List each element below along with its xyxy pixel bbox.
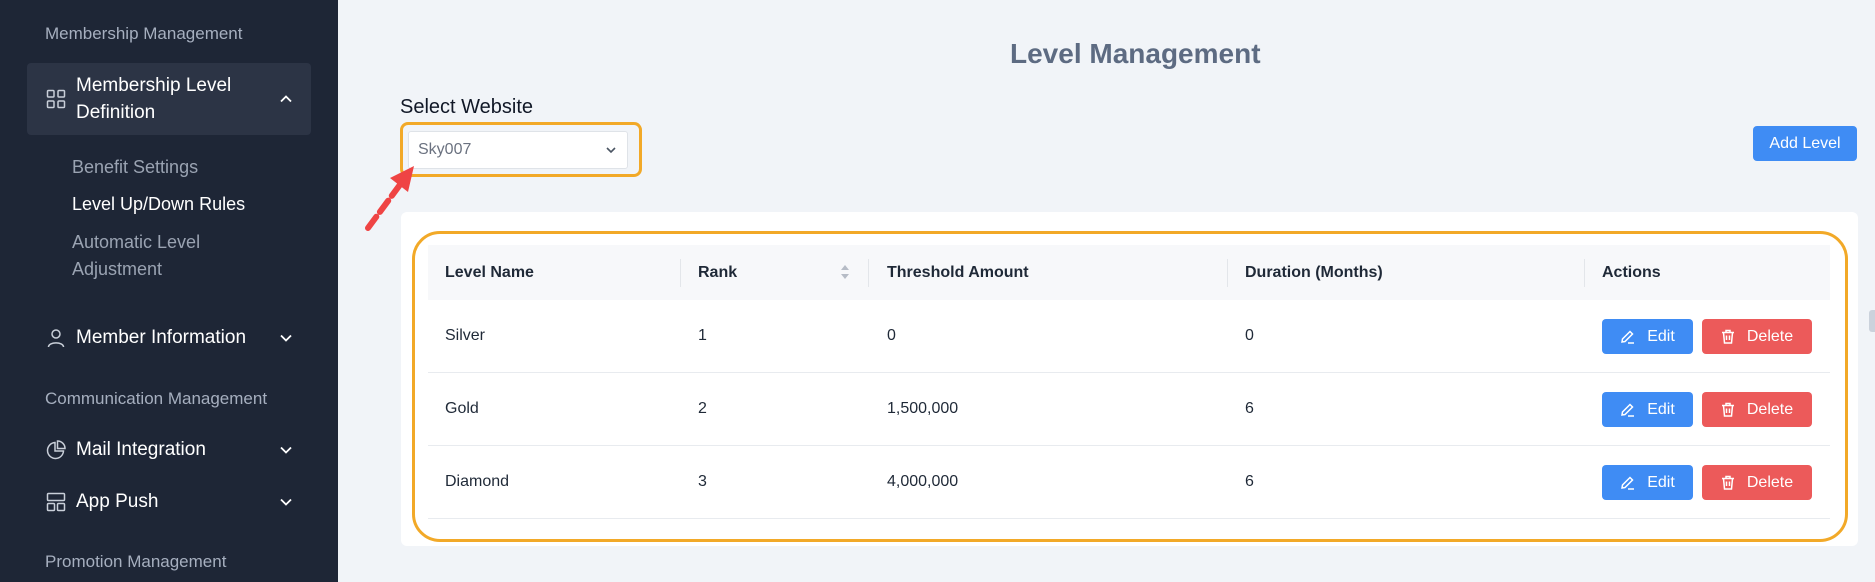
section-label-communication: Communication Management	[45, 389, 268, 408]
column-divider	[1227, 259, 1228, 287]
edit-button-label: Edit	[1647, 473, 1675, 491]
header-rank[interactable]: Rank	[698, 264, 737, 282]
cell-rank: 3	[698, 473, 707, 490]
delete-button-label: Delete	[1746, 473, 1794, 491]
sidebar-item-label: App Push	[76, 491, 159, 512]
cell-level-name: Silver	[445, 327, 486, 344]
cell-duration: 6	[1245, 400, 1254, 417]
delete-button-label: Delete	[1746, 327, 1794, 345]
header-threshold-amount: Threshold Amount	[887, 263, 1029, 281]
chevron-down-icon	[605, 144, 617, 156]
trash-icon	[1721, 402, 1735, 417]
pencil-icon	[1620, 475, 1635, 490]
chevron-down-icon[interactable]	[277, 493, 295, 511]
header-level-name: Level Name	[445, 263, 534, 281]
levels-table: Level Name Rank Threshold Amount Duratio…	[428, 245, 1830, 519]
edit-button[interactable]: Edit	[1602, 392, 1693, 427]
pencil-icon	[1620, 329, 1635, 344]
column-divider	[680, 259, 681, 287]
sidebar-item-label: Member Information	[76, 327, 247, 348]
chevron-down-icon[interactable]	[277, 441, 295, 459]
section-label-membership: Membership Management	[45, 24, 243, 43]
grid-icon	[45, 88, 67, 110]
select-website-label: Select Website	[400, 96, 534, 118]
column-divider	[868, 259, 869, 287]
delete-button-label: Delete	[1746, 400, 1794, 418]
sidebar-item-label: Mail Integration	[76, 439, 206, 460]
sidebar-item-app-push[interactable]: App Push	[45, 488, 295, 515]
sidebar: Membership Management Membership Level D…	[0, 0, 338, 582]
cell-threshold-amount: 1,500,000	[887, 400, 959, 417]
table-row: Diamond 3 4,000,000 6 Edit Delete	[428, 446, 1830, 519]
scrollbar-handle[interactable]	[1869, 310, 1875, 332]
sidebar-item-membership-level-definition[interactable]: Membership Level Definition	[45, 72, 295, 126]
sidebar-item-mail-integration[interactable]: Mail Integration	[45, 436, 295, 463]
layout-icon	[45, 491, 67, 513]
sidebar-subitem-auto-adjust[interactable]: Automatic Level Adjustment	[72, 229, 242, 283]
table-header: Level Name Rank Threshold Amount Duratio…	[428, 245, 1830, 300]
cell-duration: 6	[1245, 473, 1254, 490]
page-title: Level Management	[1010, 38, 1261, 69]
edit-button[interactable]: Edit	[1602, 465, 1693, 500]
user-icon	[45, 327, 67, 349]
trash-icon	[1721, 329, 1735, 344]
cell-level-name: Diamond	[445, 473, 510, 490]
chevron-down-icon[interactable]	[277, 329, 295, 347]
sort-icon[interactable]	[840, 264, 850, 280]
column-divider	[1584, 259, 1585, 287]
cell-rank: 2	[698, 400, 707, 417]
pie-chart-icon	[45, 439, 67, 461]
delete-button[interactable]: Delete	[1702, 465, 1812, 500]
trash-icon	[1721, 475, 1735, 490]
edit-button-label: Edit	[1647, 400, 1675, 418]
cell-level-name: Gold	[445, 400, 479, 417]
chevron-up-icon[interactable]	[277, 90, 295, 108]
edit-button[interactable]: Edit	[1602, 319, 1693, 354]
sidebar-subitem-benefit-settings[interactable]: Benefit Settings	[72, 154, 302, 181]
add-level-button[interactable]: Add Level	[1753, 126, 1857, 161]
delete-button[interactable]: Delete	[1702, 319, 1812, 354]
cell-duration: 0	[1245, 327, 1254, 344]
sidebar-item-label: Membership Level Definition	[76, 75, 232, 123]
sidebar-item-member-information[interactable]: Member Information	[45, 324, 295, 351]
website-select[interactable]: Sky007	[408, 131, 628, 169]
website-select-value: Sky007	[418, 141, 472, 158]
section-label-promotion: Promotion Management	[45, 552, 227, 571]
header-duration: Duration (Months)	[1245, 263, 1383, 281]
pencil-icon	[1620, 402, 1635, 417]
header-actions: Actions	[1602, 263, 1661, 281]
delete-button[interactable]: Delete	[1702, 392, 1812, 427]
cell-threshold-amount: 0	[887, 327, 896, 344]
cell-threshold-amount: 4,000,000	[887, 473, 959, 490]
table-row: Gold 2 1,500,000 6 Edit Delete	[428, 373, 1830, 446]
sidebar-subitem-level-rules[interactable]: Level Up/Down Rules	[72, 191, 302, 218]
table-row: Silver 1 0 0 Edit Delete	[428, 300, 1830, 373]
cell-rank: 1	[698, 327, 707, 344]
edit-button-label: Edit	[1647, 327, 1675, 345]
